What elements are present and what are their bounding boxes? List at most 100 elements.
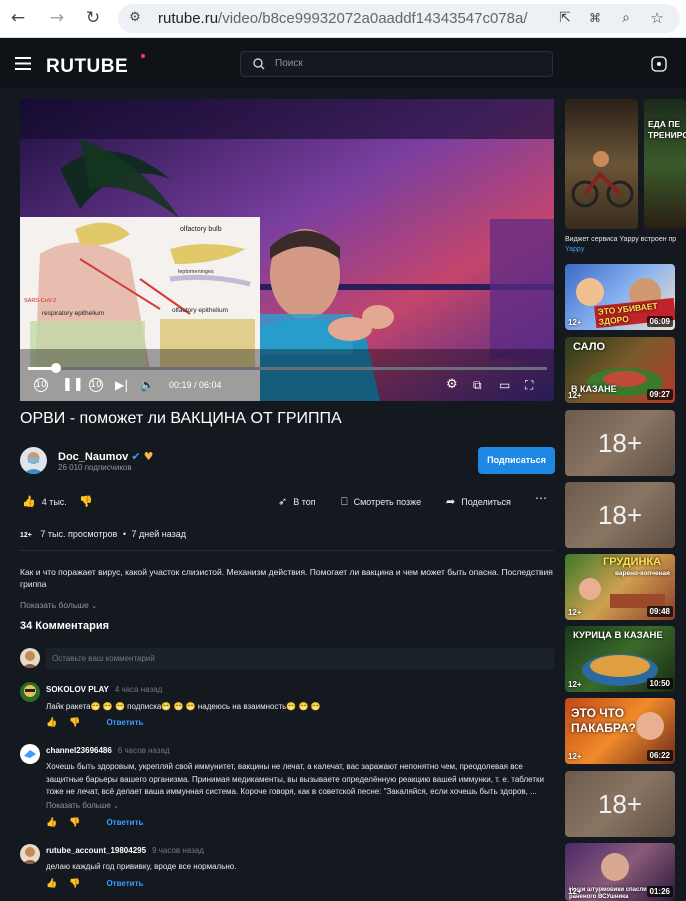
bookmark-star-icon[interactable]: ☆ <box>646 7 668 29</box>
card-duration: 06:09 <box>646 316 673 327</box>
volume-muted-icon[interactable]: 🔈 <box>140 378 155 392</box>
open-in-app-icon[interactable]: ⇱ <box>554 7 576 29</box>
comment-input[interactable]: Оставьте ваш комментарий <box>46 648 554 669</box>
comment-like-icon[interactable]: 👍 <box>46 718 57 728</box>
pause-icon[interactable]: ❚❚ <box>62 377 84 392</box>
yappy-ad-video-1[interactable] <box>565 99 638 229</box>
comment-author[interactable]: channel23696486 6 часов назад <box>46 746 170 755</box>
card-duration: 09:48 <box>646 606 673 617</box>
sidebar-video-card-adult[interactable]: 18+ <box>565 410 675 476</box>
sidebar-video-card[interactable]: КУРИЦА В КАЗАНЕ 12+ 10:50 <box>565 626 675 692</box>
sidebar-video-card[interactable]: ГРУДИНКА варено-копченая 12+ 09:48 <box>565 554 675 620</box>
rocket-icon: ➶ <box>278 495 288 508</box>
sidebar-video-card[interactable]: Наши штурмовики спасли раненого ВСУшника… <box>565 843 675 901</box>
sidebar-video-card[interactable]: ЭТО УБИВАЕТ ЗДОРО 12+ 06:09 <box>565 264 675 330</box>
upload-icon[interactable] <box>651 56 667 72</box>
comment-dislike-icon[interactable]: 👎 <box>69 879 80 889</box>
search-icon <box>253 58 265 70</box>
more-options-icon[interactable]: ⋯ <box>535 491 547 505</box>
reload-icon[interactable]: ↻ <box>82 7 104 29</box>
fullscreen-icon[interactable]: ⛶ <box>525 378 533 393</box>
sidebar-video-card[interactable]: САЛО В КАЗАНЕ 12+ 09:27 <box>565 337 675 403</box>
comment-text: Лайк ракета😁 😁 😁 подписка😁 😁 😁 надеюсь н… <box>46 702 321 711</box>
reply-button[interactable]: Ответить <box>106 818 143 827</box>
url-text[interactable]: rutube.ru/video/b8ce99932072a0aaddf14343… <box>158 10 528 27</box>
comment-placeholder: Оставьте ваш комментарий <box>52 654 155 663</box>
meta-separator: • <box>122 529 126 539</box>
comment-author[interactable]: rutube_account_19804295 9 часов назад <box>46 846 204 855</box>
channel-name[interactable]: Doc_Naumov ✔ ♥ <box>58 450 154 463</box>
comment-dislike-icon[interactable]: 👎 <box>69 718 80 728</box>
ad-overlay-text: ЕДА ПЕ ТРЕНИРО <box>648 119 686 140</box>
comment-time: 9 часов назад <box>152 846 204 855</box>
like-button[interactable]: 👍 4 тыс. <box>22 495 67 508</box>
sidebar-video-card-adult[interactable]: 18+ <box>565 482 675 548</box>
comment-avatar[interactable] <box>20 744 40 764</box>
overlay-label-leptomeninges: leptomeninges <box>178 269 214 275</box>
bookmark-icon: ⎕ <box>341 495 348 508</box>
rewind-10-icon[interactable]: 10 <box>34 378 48 392</box>
share-icon: ➦ <box>446 495 456 508</box>
comment-actions: 👍 👎 Ответить <box>46 818 143 828</box>
card-duration: 10:50 <box>646 678 673 689</box>
divider <box>20 550 554 551</box>
browser-toolbar: ← → ↻ ⚙ rutube.ru/video/b8ce99932072a0aa… <box>0 0 686 38</box>
reply-button[interactable]: Ответить <box>106 718 143 727</box>
video-player[interactable]: olfactory bulb leptomeninges respiratory… <box>20 99 554 401</box>
yappy-ad-video-2[interactable]: ЕДА ПЕ ТРЕНИРО <box>644 99 686 229</box>
comment-text: Хочешь быть здоровым, укрепляй свой имму… <box>46 762 544 796</box>
translate-icon[interactable]: ⌘ <box>584 7 606 29</box>
ad-caption: Виджет сервиса Yappy встроен пр <box>565 236 677 243</box>
video-description: Как и что поражает вирус, какой участок … <box>20 567 553 589</box>
rewind-label: 10 <box>35 380 47 390</box>
comment-like-icon[interactable]: 👍 <box>46 818 57 828</box>
progress-handle[interactable] <box>50 363 61 373</box>
forward-arrow-icon[interactable]: → <box>46 7 68 29</box>
rutube-logo[interactable]: RUTUBE <box>46 56 128 78</box>
site-settings-icon[interactable]: ⚙ <box>124 7 146 29</box>
theater-mode-icon[interactable]: ▭ <box>499 378 510 392</box>
comment-dislike-icon[interactable]: 👎 <box>69 818 80 828</box>
channel-avatar[interactable] <box>20 447 47 474</box>
sidebar-video-card-adult[interactable]: 18+ <box>565 771 675 837</box>
overlay-label-olfactory-bulb: olfactory bulb <box>180 226 222 233</box>
next-video-icon[interactable]: ▶| <box>115 378 128 392</box>
video-frame: olfactory bulb leptomeninges respiratory… <box>20 99 554 401</box>
overlay-label-virus: SARS-CoV-2 <box>24 298 56 304</box>
comment-avatar[interactable] <box>20 844 40 864</box>
dislike-button[interactable]: 👎 <box>79 495 99 508</box>
like-count: 4 тыс. <box>41 497 67 507</box>
sidebar-video-card[interactable]: ЭТО ЧТО ПАКАБРА? 12+ 06:22 <box>565 698 675 764</box>
back-arrow-icon[interactable]: ← <box>7 7 29 29</box>
address-bar[interactable]: ⚙ rutube.ru/video/b8ce99932072a0aaddf143… <box>118 4 680 33</box>
comment-avatar[interactable] <box>20 682 40 702</box>
card-age: 12+ <box>568 680 582 689</box>
menu-icon[interactable] <box>15 57 31 70</box>
comment-count: 34 Комментария <box>20 620 110 632</box>
subscribe-button[interactable]: Подписаться <box>478 447 555 474</box>
comment-author[interactable]: SOKOLOV PLAY 4 часа назад <box>46 685 162 694</box>
search-input[interactable]: Поиск <box>240 51 553 77</box>
heart-icon: ♥ <box>143 450 154 463</box>
progress-bar[interactable] <box>28 367 547 370</box>
reply-button[interactable]: Ответить <box>106 879 143 888</box>
to-top-button[interactable]: ➶ В топ <box>278 495 316 508</box>
my-avatar <box>20 648 40 668</box>
settings-gear-icon[interactable]: ⚙ <box>446 377 458 392</box>
zoom-icon[interactable]: ⌕ <box>615 7 637 29</box>
subscriber-count: 26 010 подписчиков <box>58 463 132 472</box>
watch-later-button[interactable]: ⎕ Смотреть позже <box>341 495 421 509</box>
forward-10-icon[interactable]: 10 <box>89 378 103 392</box>
ad-source[interactable]: Yappy <box>565 246 584 253</box>
share-button[interactable]: ➦ Поделиться <box>446 495 511 508</box>
comment-like-icon[interactable]: 👍 <box>46 879 57 889</box>
to-top-label: В топ <box>293 497 316 507</box>
pip-icon[interactable]: ⧉ <box>473 378 482 393</box>
card-age: 12+ <box>568 391 582 400</box>
show-more-description[interactable]: Показать больше ⌄ <box>20 600 97 610</box>
thumbs-down-icon: 👎 <box>79 495 93 508</box>
site-header: RUTUBE Поиск <box>0 38 686 88</box>
show-more-comment[interactable]: Показать больше ⌄ <box>46 801 119 810</box>
card-age: 12+ <box>568 887 582 896</box>
watch-later-label: Смотреть позже <box>353 497 422 507</box>
